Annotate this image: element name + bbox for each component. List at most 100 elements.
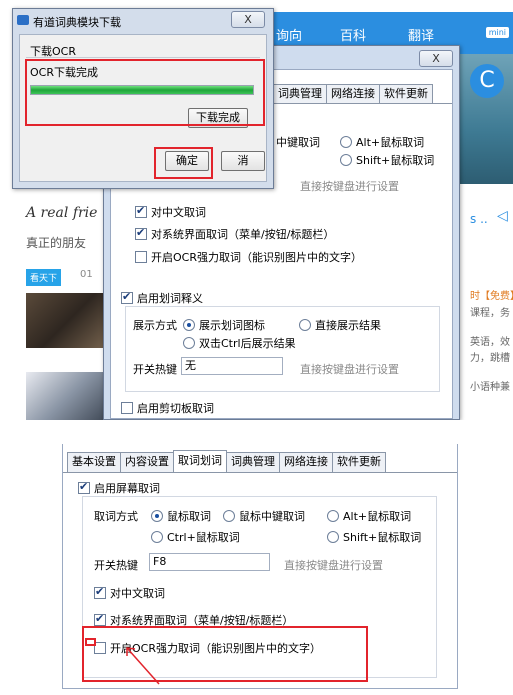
tab-dictionary[interactable]: 词典管理 xyxy=(273,84,327,104)
chinese-checkbox[interactable]: 对中文取词 xyxy=(94,585,165,601)
radio-label: 直接展示结果 xyxy=(315,319,381,332)
radio-circle[interactable] xyxy=(151,510,163,522)
checkbox-box[interactable] xyxy=(94,612,106,626)
tab-update[interactable]: 软件更新 xyxy=(379,84,433,104)
system-checkbox[interactable]: 对系统界面取词（菜单/按钮/标题栏） xyxy=(135,226,334,242)
radio-circle[interactable] xyxy=(299,319,311,331)
radio-circle[interactable] xyxy=(340,136,352,148)
hotkey-hint: 直接按键盘进行设置 xyxy=(300,363,399,376)
checkbox-box[interactable] xyxy=(135,251,147,263)
radio-ctrl[interactable]: 双击Ctrl后展示结果 xyxy=(183,335,296,351)
speaker-icon[interactable]: ◁ xyxy=(497,208,508,224)
radio-shift[interactable]: Shift+鼠标取词 xyxy=(327,529,421,545)
radio-circle[interactable] xyxy=(183,319,195,331)
radio-middle[interactable]: 中键取词 xyxy=(276,134,320,150)
web-right-text: 英语，效 xyxy=(470,337,510,348)
checkbox-box[interactable] xyxy=(135,226,147,240)
radio-alt[interactable]: Alt+鼠标取词 xyxy=(327,508,411,524)
radio-circle[interactable] xyxy=(327,510,339,522)
checkbox-label: 启用屏幕取词 xyxy=(94,482,160,495)
label: 展示方式 xyxy=(133,319,177,332)
checkbox-box[interactable] xyxy=(121,290,133,304)
close-button[interactable]: X xyxy=(419,50,453,67)
label: 开关热键 xyxy=(133,363,177,376)
web-right-dots: s .. xyxy=(470,212,488,226)
radio-shift[interactable]: Shift+鼠标取词 xyxy=(340,152,434,168)
clipboard-checkbox[interactable]: 启用剪切板取词 xyxy=(121,400,214,416)
radio-alt[interactable]: Alt+鼠标取词 xyxy=(340,134,424,150)
web-tag[interactable]: 看天下 xyxy=(26,269,62,286)
tab-network[interactable]: 网络连接 xyxy=(279,452,333,472)
radio-label: 双击Ctrl后展示结果 xyxy=(199,337,296,350)
highlight-box-ok xyxy=(154,147,213,179)
web-right-text: 课程，务 xyxy=(470,308,510,319)
mode-label: 取词方式 xyxy=(94,508,138,524)
radio-circle[interactable] xyxy=(340,154,352,166)
settings-tabs: 基本设置 内容设置 取词划词 词典管理 网络连接 软件更新 xyxy=(67,450,386,472)
radio-ctrl[interactable]: Ctrl+鼠标取词 xyxy=(151,529,240,545)
radio-circle[interactable] xyxy=(151,531,163,543)
radio-label: Shift+鼠标取词 xyxy=(343,531,422,544)
web-right-text: 力，跳槽 xyxy=(470,353,510,364)
checkbox-label: 对中文取词 xyxy=(151,206,206,219)
close-button[interactable]: X xyxy=(231,11,265,28)
ocr-checkbox[interactable]: 开启OCR强力取词（能识别图片中的文字） xyxy=(135,249,362,265)
dialog-title: 有道词典模块下载 xyxy=(33,16,121,29)
web-photo-concert[interactable] xyxy=(26,293,111,348)
checkbox-label: 开启OCR强力取词（能识别图片中的文字） xyxy=(151,251,362,264)
radio-circle[interactable] xyxy=(327,531,339,543)
tab-update[interactable]: 软件更新 xyxy=(332,452,386,472)
hotkey-label: 开关热键 xyxy=(94,557,138,573)
web-nav-item[interactable]: 询向 xyxy=(276,25,302,44)
web-photo-classroom[interactable] xyxy=(26,372,111,420)
label: 开关热键 xyxy=(94,559,138,572)
checkbox-box[interactable] xyxy=(78,480,90,494)
radio-circle[interactable] xyxy=(223,510,235,522)
checkbox-box[interactable] xyxy=(94,585,106,599)
radio-label: Ctrl+鼠标取词 xyxy=(167,531,240,544)
radio-label: 鼠标取词 xyxy=(167,510,211,523)
app-icon xyxy=(17,15,29,25)
web-nav-item[interactable]: 百科 xyxy=(340,25,366,44)
checkbox-box[interactable] xyxy=(135,204,147,218)
tab-network[interactable]: 网络连接 xyxy=(326,84,380,104)
brand-logo: C xyxy=(470,64,504,98)
highlight-box-progress xyxy=(25,59,265,126)
radio-label: 鼠标中键取词 xyxy=(239,510,305,523)
hotkey-field[interactable]: 无 xyxy=(181,357,283,375)
chinese-checkbox[interactable]: 对中文取词 xyxy=(135,204,206,220)
hotkey-field[interactable]: F8 xyxy=(149,553,270,571)
hotkey-label: 开关热键 xyxy=(133,361,177,377)
tab-basic[interactable]: 基本设置 xyxy=(67,452,121,472)
radio-show-icon[interactable]: 展示划词图标 xyxy=(183,317,265,333)
tab-divider xyxy=(63,472,457,473)
web-nav-item[interactable]: 翻译 xyxy=(408,25,434,44)
bottom-screenshot: 基本设置 内容设置 取词划词 词典管理 网络连接 软件更新 启用屏幕取词 取词方… xyxy=(62,444,458,689)
tab-capture[interactable]: 取词划词 xyxy=(173,450,227,472)
web-quote: A real frie xyxy=(26,205,98,221)
radio-mouse[interactable]: 鼠标取词 xyxy=(151,508,211,524)
label: 取词方式 xyxy=(94,510,138,523)
radio-direct[interactable]: 直接展示结果 xyxy=(299,317,381,333)
checkbox-box[interactable] xyxy=(121,402,133,414)
translate-checkbox[interactable]: 启用划词释义 xyxy=(121,290,203,306)
arrow-icon xyxy=(126,647,160,685)
web-tag-num: 01 xyxy=(80,269,93,280)
radio-circle[interactable] xyxy=(183,337,195,349)
close-icon: X xyxy=(244,13,252,26)
display-mode-label: 展示方式 xyxy=(133,317,177,333)
enable-capture-checkbox[interactable]: 启用屏幕取词 xyxy=(78,480,160,496)
radio-label: Alt+鼠标取词 xyxy=(356,136,425,149)
close-icon: X xyxy=(432,52,440,65)
radio-label: 中键取词 xyxy=(276,136,320,149)
web-nav-mini[interactable]: mini xyxy=(485,27,509,38)
tab-dictionary[interactable]: 词典管理 xyxy=(226,452,280,472)
tab-content[interactable]: 内容设置 xyxy=(120,452,174,472)
checkbox-label: 启用剪切板取词 xyxy=(137,402,214,415)
web-quote-cn: 真正的朋友 xyxy=(26,236,87,250)
radio-middle[interactable]: 鼠标中键取词 xyxy=(223,508,305,524)
checkbox-label: 启用划词释义 xyxy=(137,292,203,305)
checkbox-label: 对中文取词 xyxy=(110,587,165,600)
cancel-button[interactable]: 消 xyxy=(221,151,265,171)
web-right-text[interactable]: 时【免费】 xyxy=(470,287,513,302)
